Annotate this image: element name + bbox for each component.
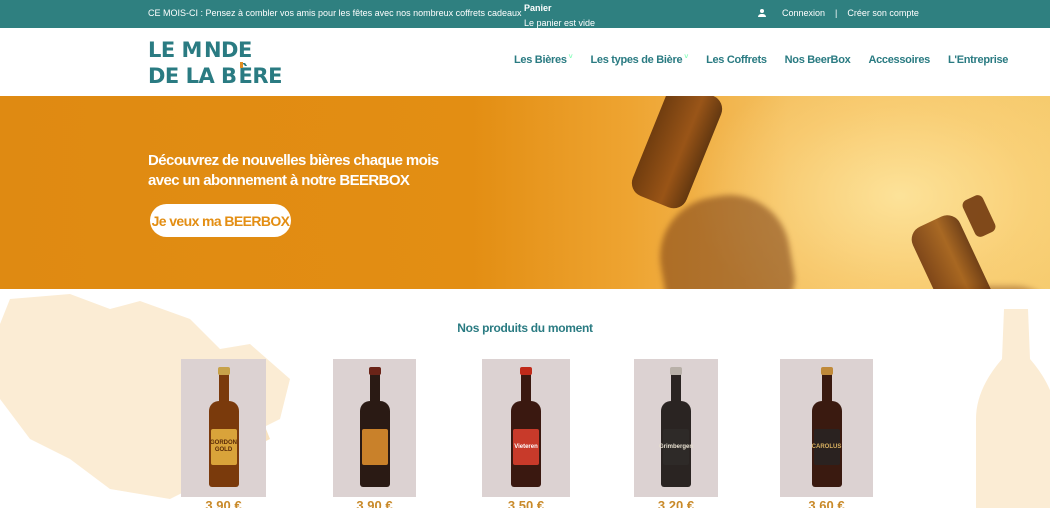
- bottle-image: Vieteren: [511, 367, 541, 487]
- site-logo[interactable]: LE M NDE DE LA B ÈRE: [148, 37, 282, 93]
- promo-message: CE MOIS-CI : Pensez à combler vos amis p…: [148, 8, 522, 18]
- bottle-image: CAROLUS: [811, 367, 842, 487]
- nav-nos-beerbox[interactable]: Nos BeerBox: [785, 54, 851, 66]
- cart-title[interactable]: Panier: [524, 2, 595, 14]
- separator: |: [835, 8, 838, 18]
- product-card[interactable]: GORDON GOLD 3,90 €: [181, 359, 266, 508]
- register-link[interactable]: Créer son compte: [847, 8, 919, 18]
- bottle-silhouette-background: [976, 309, 1050, 508]
- main-nav: Les Bières ˅ Les types de Bière ˅ Les Coff…: [514, 54, 1008, 66]
- caret-icon: ˅: [568, 54, 573, 61]
- account-links: Connexion | Créer son compte: [758, 8, 919, 18]
- login-link[interactable]: Connexion: [782, 8, 825, 18]
- cart-summary[interactable]: Panier Le panier est vide: [524, 2, 595, 29]
- top-bar: CE MOIS-CI : Pensez à combler vos amis p…: [0, 0, 1050, 28]
- user-icon: [758, 9, 766, 17]
- product-price: 3,90 €: [205, 498, 242, 508]
- product-card[interactable]: Vieteren 3,50 €: [482, 359, 570, 508]
- nav-types-de-biere[interactable]: Les types de Bière ˅: [590, 54, 688, 66]
- hero-banner: Découvrez de nouvelles bières chaque moi…: [0, 96, 1050, 289]
- site-header: LE M NDE DE LA B ÈRE Les Bières ˅ Les typ…: [0, 28, 1050, 96]
- product-card[interactable]: 3,90 €: [333, 359, 416, 508]
- product-price: 3,50 €: [507, 498, 545, 508]
- product-card[interactable]: CAROLUS 3,60 €: [780, 359, 873, 508]
- product-card[interactable]: Grimbergen 3,20 €: [634, 359, 718, 508]
- section-title: Nos produits du moment: [457, 321, 593, 335]
- nav-les-coffrets[interactable]: Les Coffrets: [706, 54, 767, 66]
- hero-headline: Découvrez de nouvelles bières chaque moi…: [148, 152, 439, 189]
- bottle-image: Grimbergen: [659, 367, 693, 487]
- nav-les-bieres[interactable]: Les Bières ˅: [514, 54, 573, 66]
- bottle-image: GORDON GOLD: [208, 367, 239, 487]
- bottle-image: [359, 367, 390, 487]
- nav-entreprise[interactable]: L'Entreprise: [948, 54, 1008, 66]
- products-section: Nos produits du moment GORDON GOLD 3,90 …: [0, 289, 1050, 508]
- product-price: 3,90 €: [356, 498, 393, 508]
- caret-icon: ˅: [684, 54, 689, 61]
- product-price: 3,60 €: [808, 498, 845, 508]
- product-price: 3,20 €: [657, 498, 695, 508]
- beerbox-cta-button[interactable]: Je veux ma BEERBOX: [150, 204, 291, 237]
- nav-accessoires[interactable]: Accessoires: [868, 54, 930, 66]
